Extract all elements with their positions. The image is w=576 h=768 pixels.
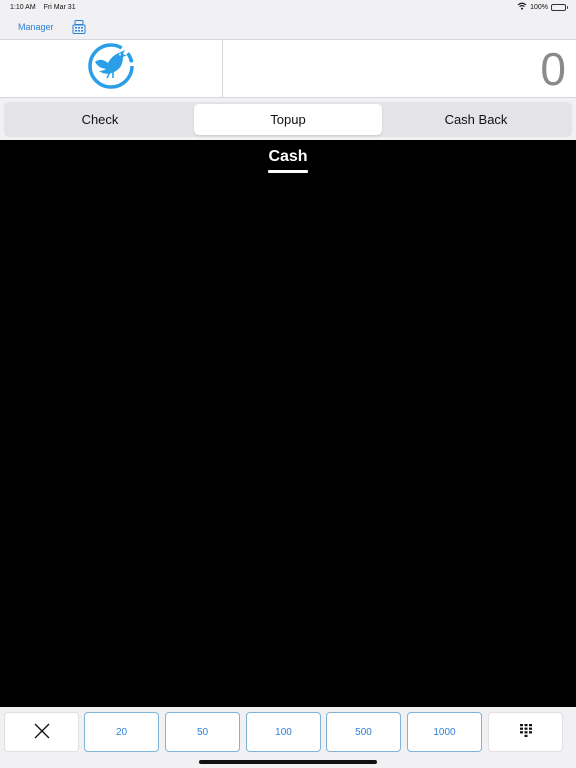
close-icon <box>33 722 51 743</box>
manager-button[interactable]: Manager <box>18 22 54 32</box>
section-title[interactable]: Cash <box>0 148 576 166</box>
clear-button[interactable] <box>4 712 79 752</box>
bottom-bar: 20 50 100 500 1000 <box>0 707 576 768</box>
logo-cell <box>0 40 223 97</box>
amount-20-button[interactable]: 20 <box>84 712 159 752</box>
tab-topup[interactable]: Topup <box>194 104 382 135</box>
wifi-icon <box>517 2 527 12</box>
amount-100-button[interactable]: 100 <box>246 712 321 752</box>
amount-500-button[interactable]: 500 <box>326 712 401 752</box>
cash-register-icon[interactable] <box>71 19 87 35</box>
amount-50-button[interactable]: 50 <box>165 712 240 752</box>
amount-cell: 0 <box>223 40 576 97</box>
transaction-type-tabs: Check Topup Cash Back <box>4 102 572 137</box>
battery-icon <box>551 3 568 11</box>
bird-logo-icon <box>86 41 136 96</box>
keypad-button[interactable] <box>488 712 563 752</box>
battery-percentage: 100% <box>530 3 548 11</box>
status-time: 1:10 AM <box>10 3 36 11</box>
home-indicator <box>199 760 377 764</box>
nav-bar: Manager <box>0 14 576 40</box>
status-date: Fri Mar 31 <box>43 3 76 11</box>
amount-1000-button[interactable]: 1000 <box>407 712 482 752</box>
main-content: Cash <box>0 140 576 707</box>
amount-display: 0 <box>540 42 566 95</box>
tab-cash-back[interactable]: Cash Back <box>382 104 570 135</box>
keypad-icon <box>519 723 532 741</box>
status-bar: 1:10 AM Fri Mar 31 100% <box>0 0 576 14</box>
status-right: 100% <box>517 2 568 12</box>
header-panel: 0 <box>0 39 576 98</box>
section-title-underline <box>268 170 308 173</box>
tab-check[interactable]: Check <box>6 104 194 135</box>
